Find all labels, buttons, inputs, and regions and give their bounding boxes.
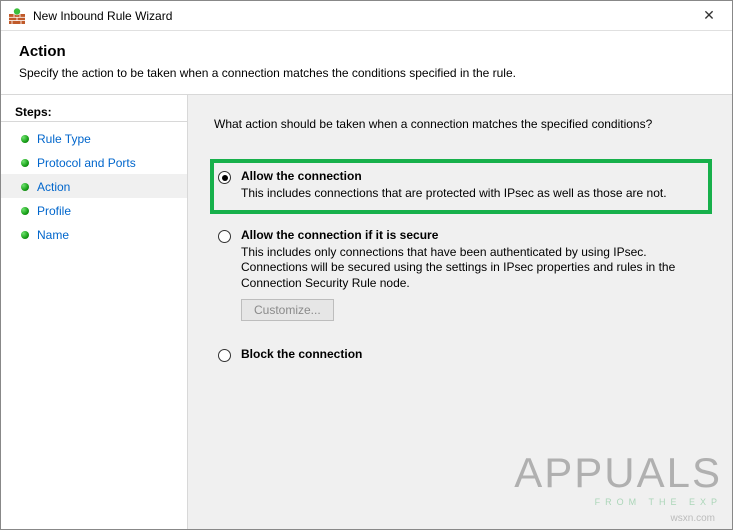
watermark-sub: FROM THE EXP [514,497,722,507]
option-title: Allow the connection if it is secure [241,228,702,242]
close-button[interactable]: ✕ [686,1,732,31]
option-title: Block the connection [241,347,702,361]
option-body: Allow the connection if it is secure Thi… [241,228,702,322]
radio-allow-secure[interactable] [218,230,231,243]
step-bullet-icon [21,183,29,191]
titlebar: New Inbound Rule Wizard ✕ [1,1,732,31]
wizard-window: New Inbound Rule Wizard ✕ Action Specify… [0,0,733,530]
window-title: New Inbound Rule Wizard [33,9,686,23]
step-label: Profile [37,204,71,218]
step-label: Action [37,180,70,194]
steps-heading: Steps: [1,103,187,122]
wizard-body: Steps: Rule Type Protocol and Ports Acti… [1,94,732,529]
step-bullet-icon [21,207,29,215]
step-label: Name [37,228,69,242]
step-label: Rule Type [37,132,91,146]
page-title: Action [19,43,714,60]
step-profile[interactable]: Profile [1,198,187,222]
option-desc: This includes connections that are prote… [241,186,702,202]
customize-button: Customize... [241,299,334,321]
step-bullet-icon [21,231,29,239]
step-label: Protocol and Ports [37,156,136,170]
option-body: Block the connection [241,347,702,364]
step-bullet-icon [21,135,29,143]
radio-block[interactable] [218,349,231,362]
radio-allow[interactable] [218,171,231,184]
option-allow-if-secure[interactable]: Allow the connection if it is secure Thi… [214,220,708,330]
step-protocol-and-ports[interactable]: Protocol and Ports [1,150,187,174]
option-body: Allow the connection This includes conne… [241,169,702,202]
step-action[interactable]: Action [1,174,187,198]
watermark: APPUALS FROM THE EXP [514,449,722,507]
step-rule-type[interactable]: Rule Type [1,126,187,150]
steps-sidebar: Steps: Rule Type Protocol and Ports Acti… [1,95,188,529]
option-title: Allow the connection [241,169,702,183]
close-icon: ✕ [703,7,715,24]
step-name[interactable]: Name [1,222,187,246]
option-allow-connection[interactable]: Allow the connection This includes conne… [210,159,712,214]
page-subtitle: Specify the action to be taken when a co… [19,66,714,80]
option-desc: This includes only connections that have… [241,245,702,292]
page-header: Action Specify the action to be taken wh… [1,31,732,94]
content-pane: What action should be taken when a conne… [188,95,732,529]
option-block-connection[interactable]: Block the connection [214,339,708,372]
action-prompt: What action should be taken when a conne… [214,117,708,131]
watermark-main: APPUALS [514,449,722,497]
firewall-icon [9,8,25,24]
step-bullet-icon [21,159,29,167]
